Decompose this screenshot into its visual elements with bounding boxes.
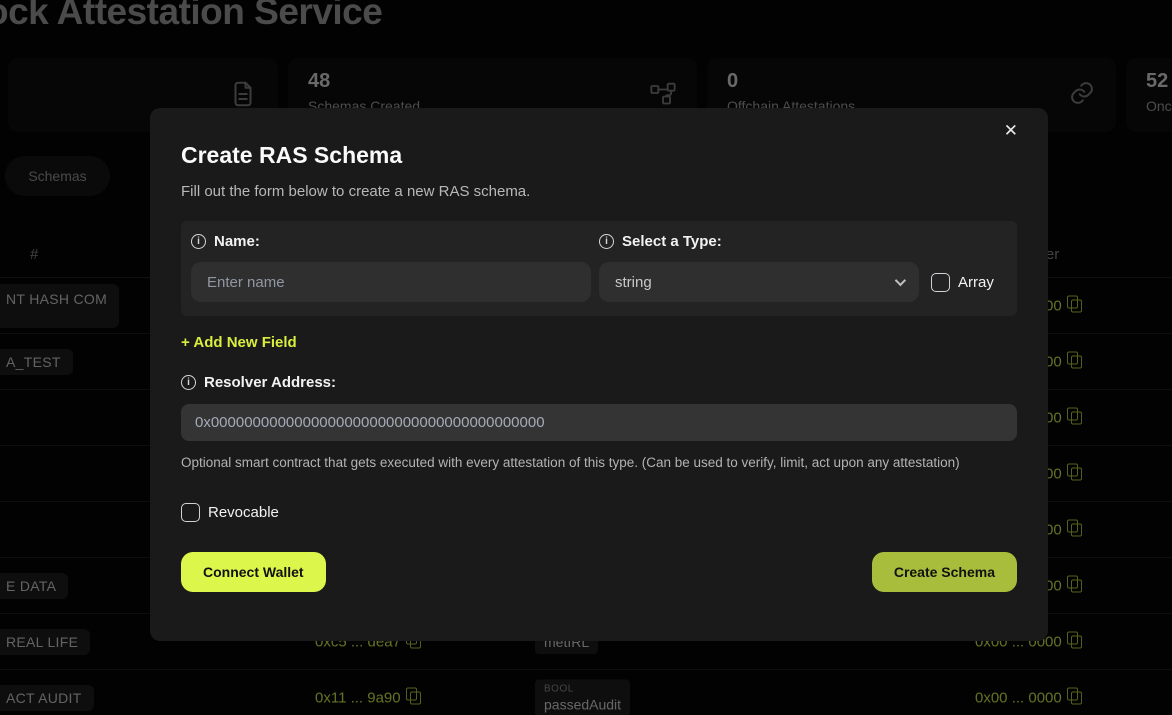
schema-field-section: Name: Select a Type: string Array [181,221,1017,316]
revocable-checkbox[interactable] [181,503,200,522]
type-label: Select a Type: [622,233,722,250]
name-label-row: Name: [191,233,591,250]
info-icon [181,375,196,390]
info-icon [599,234,614,249]
type-group: string Array [599,262,1007,302]
revocable-label: Revocable [208,504,279,521]
resolver-label-row: Resolver Address: [181,374,1017,391]
info-icon [191,234,206,249]
connect-wallet-button[interactable]: Connect Wallet [181,552,326,592]
add-new-field-link[interactable]: + Add New Field [181,334,297,351]
type-select-value: string [615,274,652,291]
array-checkbox[interactable] [931,273,950,292]
close-icon[interactable]: ✕ [1004,122,1018,139]
create-schema-button[interactable]: Create Schema [872,552,1017,592]
modal-actions: Connect Wallet Create Schema [181,552,1017,592]
page: ock Attestation Service 48 Schemas Creat… [0,0,1172,715]
resolver-help-text: Optional smart contract that gets execut… [181,453,1001,473]
resolver-address-input[interactable] [181,404,1017,441]
modal-title: Create RAS Schema [181,142,1017,169]
resolver-label: Resolver Address: [204,374,336,391]
name-label: Name: [214,233,260,250]
type-label-row: Select a Type: [599,233,1007,250]
revocable-row: Revocable [181,503,1017,522]
chevron-down-icon [895,275,906,286]
name-input[interactable] [191,262,591,302]
modal-subtitle: Fill out the form below to create a new … [181,183,1017,200]
type-select[interactable]: string [599,262,919,302]
array-label: Array [958,274,994,291]
create-schema-modal: ✕ Create RAS Schema Fill out the form be… [150,108,1048,641]
